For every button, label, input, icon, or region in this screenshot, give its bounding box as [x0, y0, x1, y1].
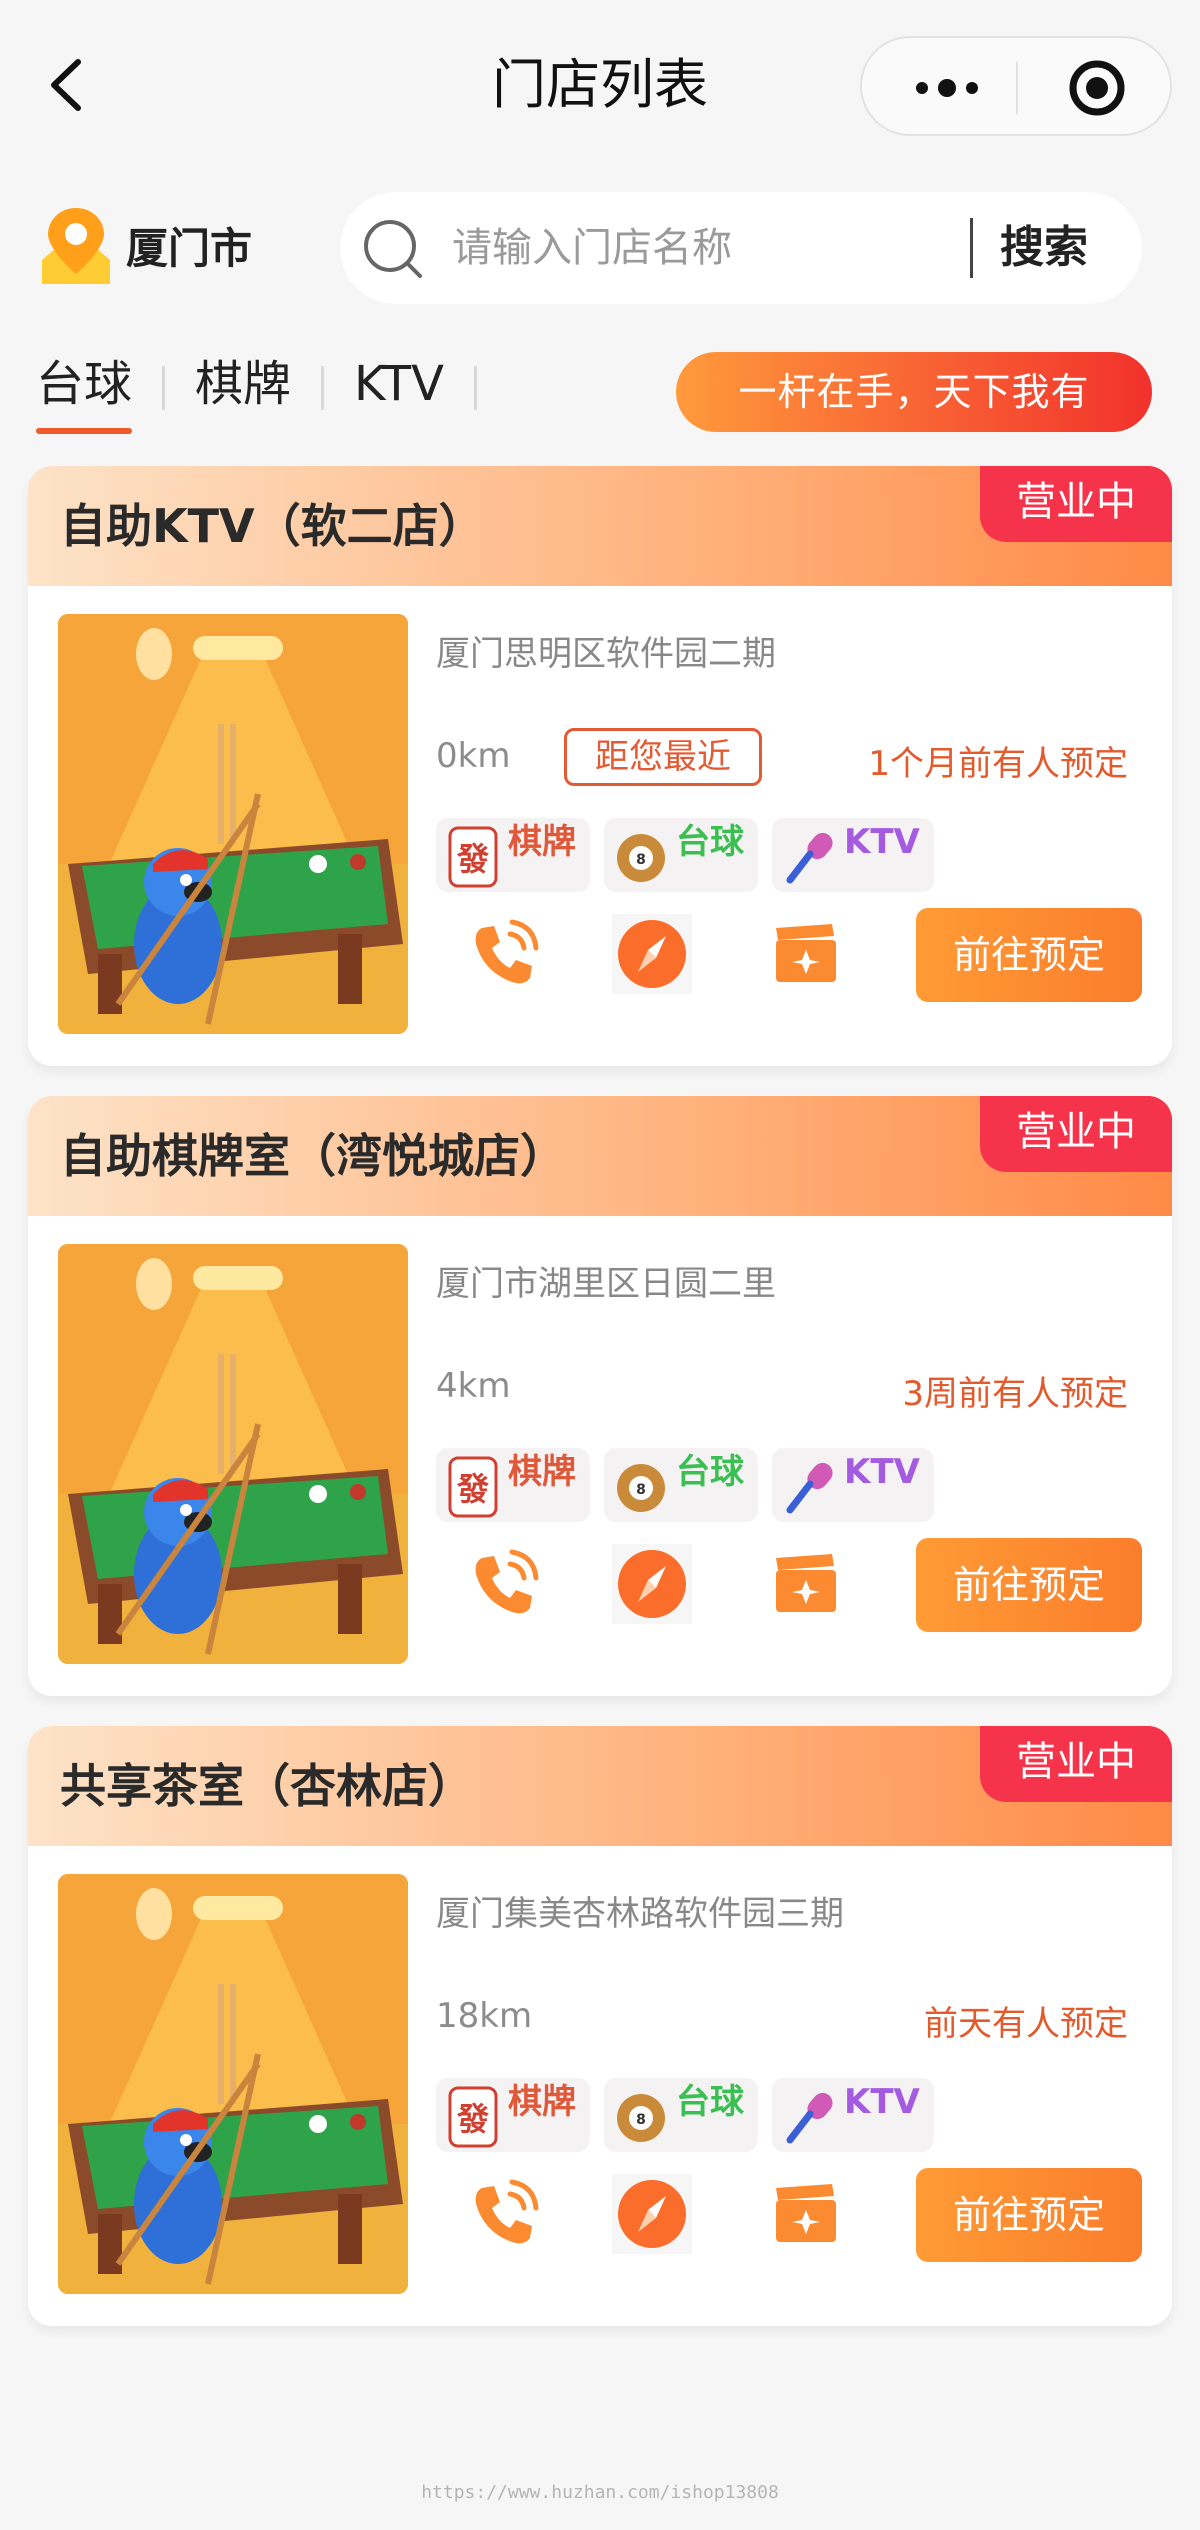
location-pin-icon [42, 208, 110, 284]
store-address: 厦门集美杏林路软件园三期 [436, 1894, 844, 1934]
nav-bar: 门店列表 [0, 0, 1200, 175]
tag-qipai: 發 棋牌 [436, 2078, 590, 2152]
svg-text:發: 發 [456, 840, 489, 878]
store-name: 共享茶室（杏林店） [60, 1759, 474, 1813]
video-clapper-icon[interactable] [766, 2174, 846, 2254]
tag-label: KTV [844, 2082, 920, 2122]
target-icon[interactable] [1067, 58, 1127, 118]
video-clapper-icon[interactable] [766, 914, 846, 994]
phone-icon[interactable] [464, 914, 544, 994]
compass-icon[interactable] [612, 914, 692, 994]
store-card-header: 自助KTV（软二店） 营业中 [28, 466, 1172, 586]
tag-qipai: 發 棋牌 [436, 818, 590, 892]
svg-text:發: 發 [456, 1470, 489, 1508]
billiard-ball-icon: 8 [612, 1456, 670, 1518]
tag-ktv: KTV [772, 818, 934, 892]
tab-ktv[interactable]: KTV [354, 340, 444, 440]
tag-ktv: KTV [772, 2078, 934, 2152]
store-distance: 0km [436, 736, 511, 776]
booking-hint: 3周前有人预定 [902, 1374, 1128, 1414]
store-tags: 發 棋牌 8 台球 KTV [436, 1448, 934, 1522]
store-card-header: 自助棋牌室（湾悦城店） 营业中 [28, 1096, 1172, 1216]
tag-label: 台球 [676, 2082, 744, 2122]
store-tags: 發 棋牌 8 台球 KTV [436, 2078, 934, 2152]
tab-qipai[interactable]: 棋牌 [195, 340, 291, 440]
booking-hint: 1个月前有人预定 [868, 744, 1128, 784]
mahjong-tile-icon: 發 [444, 826, 502, 888]
phone-icon[interactable] [464, 1544, 544, 1624]
city-selector[interactable]: 厦门市 [36, 204, 276, 286]
store-card[interactable]: 自助棋牌室（湾悦城店） 营业中 厦门市湖里区日圆二里 4km 3周前有人预定 發… [28, 1096, 1172, 1696]
slogan-banner: 一杆在手，天下我有 [676, 352, 1152, 432]
search-divider [970, 218, 973, 278]
store-thumbnail [58, 1874, 408, 2294]
book-button[interactable]: 前往预定 [916, 908, 1142, 1002]
store-card[interactable]: 共享茶室（杏林店） 营业中 厦门集美杏林路软件园三期 18km 前天有人预定 發… [28, 1726, 1172, 2326]
store-name: 自助棋牌室（湾悦城店） [60, 1129, 566, 1183]
compass-icon[interactable] [612, 1544, 692, 1624]
tab-divider [162, 366, 166, 410]
book-button[interactable]: 前往预定 [916, 2168, 1142, 2262]
tag-label: KTV [844, 1452, 920, 1492]
store-thumbnail [58, 614, 408, 1034]
capsule-divider [1016, 62, 1018, 114]
svg-text:8: 8 [636, 852, 646, 868]
city-label: 厦门市 [126, 223, 253, 273]
store-address: 厦门思明区软件园二期 [436, 634, 776, 674]
tag-label: KTV [844, 822, 920, 862]
book-button[interactable]: 前往预定 [916, 1538, 1142, 1632]
svg-text:8: 8 [636, 1482, 646, 1498]
search-bar: 搜索 [340, 192, 1142, 304]
billiard-ball-icon: 8 [612, 2086, 670, 2148]
search-input[interactable] [452, 218, 992, 278]
store-distance: 4km [436, 1366, 511, 1406]
tab-taiqiu[interactable]: 台球 [36, 340, 133, 440]
nearest-badge: 距您最近 [564, 728, 762, 786]
status-badge: 营业中 [980, 1096, 1172, 1172]
tag-taiqiu: 8 台球 [604, 1448, 758, 1522]
microphone-icon [780, 1456, 838, 1518]
billiard-ball-icon: 8 [612, 826, 670, 888]
svg-text:發: 發 [456, 2100, 489, 2138]
booking-hint: 前天有人预定 [924, 2004, 1128, 2044]
watermark-text: https://www.huzhan.com/ishop13808 [421, 2482, 779, 2503]
tab-divider [473, 366, 477, 410]
store-name: 自助KTV（软二店） [60, 499, 485, 553]
microphone-icon [780, 2086, 838, 2148]
search-icon [364, 220, 422, 278]
store-thumbnail [58, 1244, 408, 1664]
compass-icon[interactable] [612, 2174, 692, 2254]
mini-program-capsule [860, 36, 1172, 136]
status-badge: 营业中 [980, 466, 1172, 542]
tag-taiqiu: 8 台球 [604, 2078, 758, 2152]
store-card[interactable]: 自助KTV（软二店） 营业中 厦门思明区软件园二期 0km 距您最近 1个月前有… [28, 466, 1172, 1066]
status-badge: 营业中 [980, 1726, 1172, 1802]
store-address: 厦门市湖里区日圆二里 [436, 1264, 776, 1304]
phone-icon[interactable] [464, 2174, 544, 2254]
more-dots-icon[interactable] [902, 63, 992, 113]
microphone-icon [780, 826, 838, 888]
mahjong-tile-icon: 發 [444, 1456, 502, 1518]
category-tabs: 台球 棋牌 KTV [36, 340, 507, 440]
video-clapper-icon[interactable] [766, 1544, 846, 1624]
tag-label: 棋牌 [508, 2082, 576, 2122]
search-button[interactable]: 搜索 [1000, 218, 1130, 278]
tag-label: 棋牌 [508, 822, 576, 862]
tag-label: 台球 [676, 822, 744, 862]
mahjong-tile-icon: 發 [444, 2086, 502, 2148]
tag-taiqiu: 8 台球 [604, 818, 758, 892]
store-distance: 18km [436, 1996, 533, 2036]
tab-divider [321, 366, 325, 410]
tag-label: 台球 [676, 1452, 744, 1492]
tag-qipai: 發 棋牌 [436, 1448, 590, 1522]
svg-text:8: 8 [636, 2112, 646, 2128]
store-card-header: 共享茶室（杏林店） 营业中 [28, 1726, 1172, 1846]
tag-label: 棋牌 [508, 1452, 576, 1492]
store-tags: 發 棋牌 8 台球 KTV [436, 818, 934, 892]
tag-ktv: KTV [772, 1448, 934, 1522]
